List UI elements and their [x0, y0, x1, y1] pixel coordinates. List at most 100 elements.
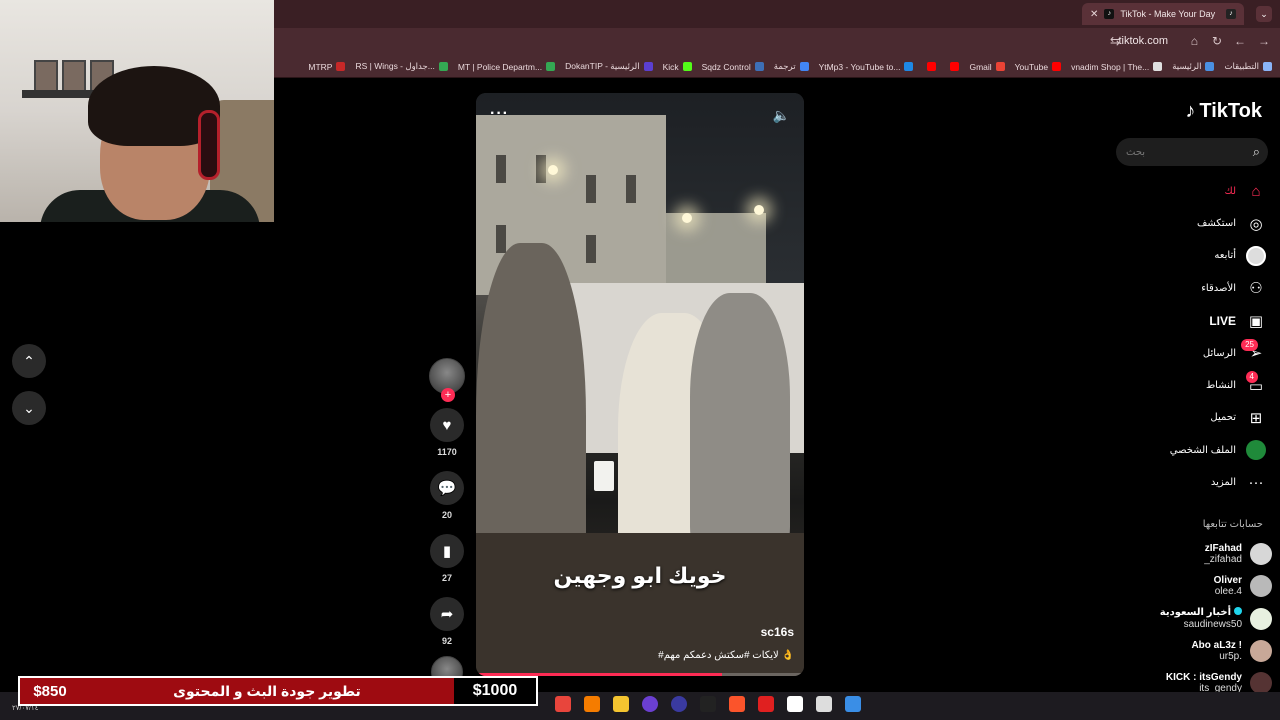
avatar	[1250, 575, 1272, 598]
sidebar-item-label: النشاط	[1205, 380, 1236, 392]
video-caption[interactable]: #لايكات #سكتش دعمكم مهم 👌	[658, 650, 794, 661]
sidebar-item-upload[interactable]: تحميل ⊞	[1066, 402, 1266, 434]
bookmark-icon	[1263, 62, 1272, 71]
follow-plus-icon[interactable]: +	[441, 388, 455, 402]
following-account-item[interactable]: أخبار السعودية saudinews50	[1072, 603, 1272, 635]
bookmark-label: DokanTIP - الرئيسية	[565, 61, 640, 71]
more-options-icon[interactable]: ···	[490, 105, 509, 123]
following-list: zIFahad _zifahad Oliver olee.4 أخبار السعودي…	[1072, 538, 1272, 699]
following-account-item[interactable]: zIFahad _zifahad	[1072, 538, 1272, 570]
bookmark-item[interactable]: Kick	[663, 62, 692, 72]
app-icon[interactable]	[758, 696, 774, 712]
live-icon: ▣	[1248, 312, 1264, 330]
tiktok-note-icon: ♪	[1185, 100, 1196, 122]
tab-search-button[interactable]: ⌄	[1256, 6, 1272, 22]
more-icon: ···	[1248, 474, 1264, 492]
bookmark-icon	[682, 62, 692, 71]
home-icon[interactable]: ⌂	[1191, 34, 1198, 48]
search-input[interactable]: بحث ⌕	[1116, 138, 1268, 166]
sidebar-item-home[interactable]: لك ⌂	[1066, 175, 1266, 207]
sidebar-item-activity[interactable]: النشاط ▭ 4	[1066, 369, 1266, 401]
store-app-icon[interactable]	[816, 696, 832, 712]
app-icon[interactable]	[642, 696, 658, 712]
capcut-app-icon[interactable]	[787, 696, 803, 712]
sidebar-item-compass[interactable]: استكشف ◎	[1066, 207, 1266, 239]
avatar	[1250, 607, 1272, 630]
bookmark-item[interactable]: Sqdz Control	[702, 62, 764, 72]
following-account-item[interactable]: Oliver olee.4	[1072, 570, 1272, 602]
save-button[interactable]: ▮ 27	[428, 534, 466, 583]
bookmark-item[interactable]: MTRP	[308, 62, 346, 72]
file-explorer-icon[interactable]	[613, 696, 629, 712]
video-username[interactable]: sc16s	[761, 625, 794, 639]
headset	[198, 110, 220, 180]
like-count: 1170	[437, 447, 457, 457]
following-account-handle: saudinews50	[1183, 618, 1242, 630]
bookmark-label: التطبيقات	[1224, 61, 1259, 71]
account-name-text: zIFahad	[1204, 542, 1242, 554]
chrome-app-icon[interactable]	[555, 696, 571, 712]
account-name-text: KICK : itsGendy	[1165, 671, 1242, 683]
bookmark-item[interactable]: الرئيسية	[1172, 61, 1215, 72]
following-account-name: Oliver	[1214, 575, 1242, 587]
bookmark-item[interactable]: Gmail	[969, 62, 1005, 72]
bookmark-label: ترجمة	[773, 61, 796, 71]
search-icon[interactable]: ⌕	[1253, 144, 1260, 160]
sidebar-item-following-avatar[interactable]: أتابعه	[1066, 240, 1266, 272]
back-icon[interactable]: →	[1258, 34, 1270, 48]
bookmark-item[interactable]: RS | Wings - جداول...	[355, 61, 448, 72]
bookmark-item[interactable]: vnadim Shop | The...	[1071, 62, 1163, 72]
video-player[interactable]: ··· 🔈 خويك ابو وجهين sc16s #لايكات #سكتش…	[476, 93, 804, 676]
bookmark-item[interactable]: YouTube	[1015, 62, 1062, 72]
sidebar-item-label: استكشف	[1197, 218, 1236, 230]
sidebar-item-profile-avatar[interactable]: الملف الشخصي	[1066, 434, 1266, 466]
donation-goal: $1000	[454, 678, 536, 704]
like-button[interactable]: ♥ 1170	[428, 408, 466, 457]
following-account-name: KICK : itsGendy	[1166, 672, 1242, 684]
url-field[interactable]: tiktok.com	[1118, 35, 1168, 47]
reload-icon[interactable]: ↻	[1212, 34, 1222, 48]
bookmark-item[interactable]: DokanTIP - الرئيسية	[565, 61, 653, 72]
screen: + ✕ ♪ TikTok - Make Your Day ♪ ⌄ → ← ↻ ⌂…	[0, 0, 1280, 720]
video-person	[690, 293, 790, 553]
brave-app-icon[interactable]	[729, 696, 745, 712]
bookmark-item[interactable]	[946, 62, 960, 71]
comment-button[interactable]: 💬 20	[428, 471, 466, 520]
webcam-overlay	[0, 0, 274, 222]
bookmark-item[interactable]: YtMp3 - YouTube to...	[819, 62, 914, 72]
creator-avatar[interactable]: +	[429, 358, 465, 402]
tiktok-logo[interactable]: ♪ TikTok	[1185, 100, 1262, 123]
close-tab-icon[interactable]: ✕	[1090, 9, 1098, 20]
bookmark-item[interactable]: ترجمة	[774, 61, 809, 72]
bookmark-item[interactable]	[923, 62, 937, 71]
following-account-handle: olee.4	[1214, 586, 1242, 598]
tab-strip: + ✕ ♪ TikTok - Make Your Day ♪ ⌄	[274, 0, 1280, 28]
next-video-button[interactable]: ⌄	[12, 391, 46, 425]
bookmark-label: YtMp3 - YouTube to...	[818, 61, 901, 72]
sidebar-item-messages[interactable]: الرسائل ➢ 25	[1066, 337, 1266, 369]
browser-tab[interactable]: ✕ ♪ TikTok - Make Your Day ♪	[1082, 3, 1244, 25]
bookmark-label: Sqdz Control	[701, 61, 751, 72]
sidebar-item-live[interactable]: LIVE ▣	[1066, 305, 1266, 337]
share-count: 92	[441, 636, 452, 646]
sidebar-item-more[interactable]: المزيد ···	[1066, 467, 1266, 499]
donation-goal-bar: $850 تطوير جودة البث و المحتوى $1000	[18, 676, 538, 706]
sound-icon[interactable]: 🔈	[773, 107, 790, 124]
windows-start-icon[interactable]	[845, 696, 861, 712]
bookmark-icon	[336, 62, 346, 71]
forward-icon[interactable]: ←	[1234, 34, 1246, 48]
bookmark-item[interactable]: MT | Police Departm...	[458, 62, 556, 72]
following-account-name: أخبار السعودية	[1160, 607, 1242, 619]
app-icon[interactable]	[584, 696, 600, 712]
previous-video-button[interactable]: ⌃	[12, 344, 46, 378]
bookmarks-bar: التطبيقات الرئيسية vnadim Shop | The... You…	[274, 56, 1280, 78]
share-button[interactable]: ➦ 92	[428, 597, 466, 646]
sidebar-item-friends[interactable]: الأصدقاء ⚇	[1066, 272, 1266, 304]
site-settings-icon[interactable]: ⇆	[1110, 34, 1120, 48]
app-icon[interactable]	[671, 696, 687, 712]
tiktok-app-icon[interactable]	[700, 696, 716, 712]
avatar	[1250, 640, 1272, 663]
street-light	[682, 213, 692, 223]
bookmark-item[interactable]: التطبيقات	[1224, 61, 1272, 72]
following-account-item[interactable]: Abo aL3z ! ur5p.	[1072, 635, 1272, 667]
